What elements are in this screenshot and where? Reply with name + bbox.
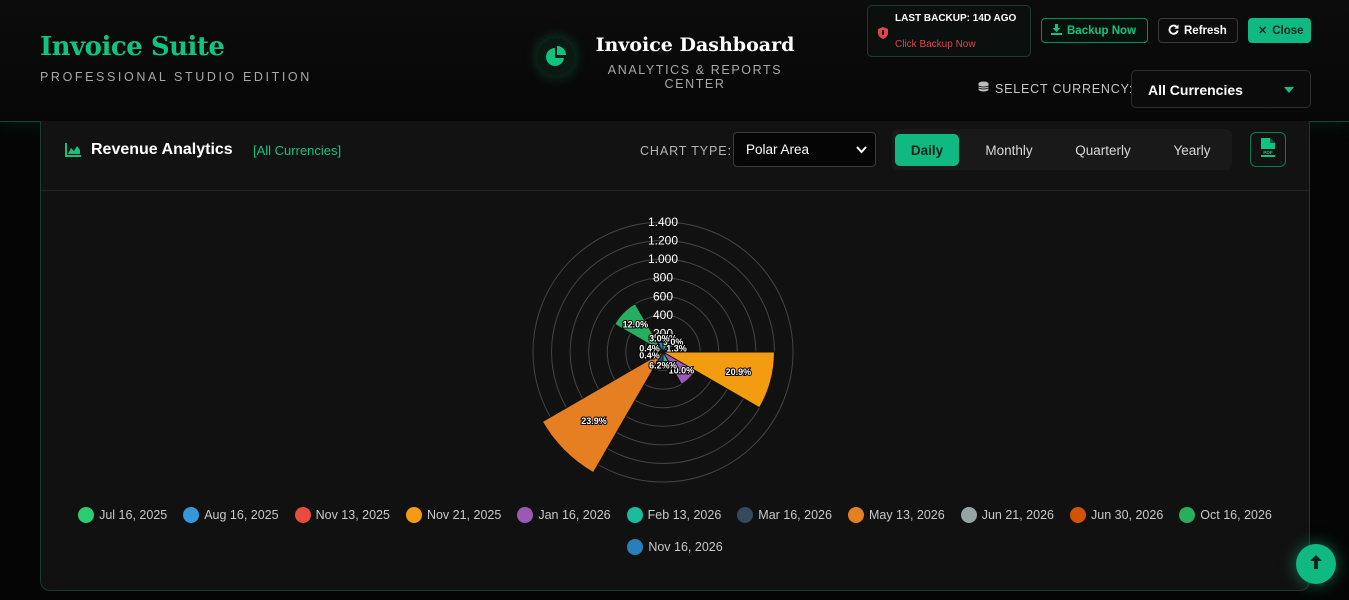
legend-swatch (405, 506, 422, 523)
legend-swatch (1179, 506, 1196, 523)
legend-item[interactable]: Jun 21, 2026 (960, 505, 1054, 524)
shield-icon (878, 26, 888, 44)
chart-type-label: CHART TYPE: (640, 144, 732, 158)
currency-value: All Currencies (1148, 82, 1243, 98)
backup-now-button[interactable]: Backup Now (1041, 18, 1148, 43)
legend-swatch (960, 506, 977, 523)
legend-item[interactable]: Jan 16, 2026 (517, 505, 611, 524)
svg-text:PDF: PDF (1263, 150, 1273, 156)
revenue-analytics-card: Revenue Analytics [All Currencies] CHART… (40, 121, 1310, 591)
dashboard-title: Invoice Dashboard (595, 34, 795, 56)
legend-item[interactable]: Oct 16, 2026 (1179, 505, 1272, 524)
slice-label: 1.3% (666, 343, 687, 353)
card-title: Revenue Analytics (91, 141, 233, 158)
refresh-button[interactable]: Refresh (1158, 18, 1238, 43)
chevron-down-icon (1284, 87, 1294, 93)
arrow-up-icon (1309, 554, 1323, 575)
slice-label: 3.0% (649, 333, 670, 343)
currency-label: SELECT CURRENCY: (977, 81, 1133, 96)
backup-now-link[interactable]: Click Backup Now (895, 39, 976, 50)
legend-label: Mar 16, 2026 (758, 507, 832, 522)
tab-quarterly[interactable]: Quarterly (1058, 134, 1148, 166)
brand-title: Invoice Suite (40, 32, 225, 62)
slice-label: 12.0% (623, 319, 649, 329)
legend-item[interactable]: Jul 16, 2025 (78, 505, 167, 524)
close-label: Close (1272, 24, 1304, 37)
export-pdf-button[interactable]: PDF (1250, 132, 1286, 167)
legend-label: Oct 16, 2026 (1200, 507, 1272, 522)
legend-swatch (1070, 506, 1086, 523)
backup-status-panel: LAST BACKUP: 14D AGO Click Backup Now (867, 5, 1031, 57)
refresh-label: Refresh (1184, 24, 1227, 37)
brand-subtitle: PROFESSIONAL STUDIO EDITION (40, 70, 312, 84)
radial-tick-label: 400 (653, 308, 673, 322)
coins-icon (977, 81, 990, 96)
radial-tick-label: 1.200 (648, 234, 678, 248)
radial-tick-label: 1.400 (648, 215, 678, 229)
legend-swatch (183, 506, 200, 523)
legend-swatch (737, 506, 754, 523)
card-header: Revenue Analytics [All Currencies] CHART… (41, 121, 1309, 191)
slice-label: 0.4% (639, 343, 660, 353)
legend-label: Nov 21, 2025 (426, 507, 502, 522)
backup-status-text: LAST BACKUP: 14D AGO (895, 13, 1017, 24)
polar-area-chart: 1.4001.2001.000800600400200 5.0%9.0%1.3%… (532, 215, 794, 483)
pie-chart-icon (537, 38, 575, 76)
legend-swatch (517, 506, 534, 523)
legend-label: May 13, 2026 (868, 507, 945, 522)
close-button[interactable]: ✕ Close (1248, 18, 1311, 43)
currency-tag: [All Currencies] (253, 143, 342, 158)
slice-label: 20.9% (726, 367, 752, 377)
scroll-top-button[interactable] (1296, 544, 1336, 584)
dashboard-subtitle: ANALYTICS & REPORTS CENTER (607, 63, 783, 91)
legend-label: Aug 16, 2025 (204, 507, 279, 522)
legend-label: Jul 16, 2025 (99, 507, 168, 522)
polar-slice[interactable] (541, 350, 665, 474)
legend-item[interactable]: Feb 13, 2026 (626, 505, 722, 524)
chart-legend: Jul 16, 2025 Aug 16, 2025 Nov 13, 2025 Nov … (61, 505, 1289, 556)
currency-label-text: SELECT CURRENCY: (995, 81, 1134, 96)
currency-select[interactable]: All Currencies (1131, 70, 1311, 108)
legend-item[interactable]: May 13, 2026 (847, 505, 945, 524)
legend-item[interactable]: Nov 21, 2025 (405, 505, 502, 524)
radial-tick-label: 600 (653, 289, 673, 303)
legend-item[interactable]: Nov 13, 2025 (294, 505, 390, 524)
legend-label: Jun 30, 2026 (1091, 507, 1164, 522)
chart-type-value: Polar Area (746, 142, 810, 157)
legend-label: Nov 13, 2025 (315, 507, 390, 522)
refresh-icon (1168, 23, 1179, 38)
legend-label: Feb 13, 2026 (647, 507, 722, 522)
legend-swatch (294, 506, 311, 523)
slice-label: 6.2% (649, 361, 670, 371)
legend-item[interactable]: Nov 16, 2026 (627, 537, 723, 556)
legend-swatch (626, 506, 643, 523)
app-header: Invoice Suite PROFESSIONAL STUDIO EDITIO… (0, 0, 1349, 122)
download-icon (1051, 23, 1062, 38)
legend-swatch (627, 538, 644, 555)
legend-item[interactable]: Aug 16, 2025 (183, 505, 279, 524)
legend-item[interactable]: Mar 16, 2026 (737, 505, 832, 524)
pdf-file-icon: PDF (1260, 137, 1276, 162)
period-tabs: Daily Monthly Quarterly Yearly (892, 129, 1232, 170)
chart-type-select[interactable]: Polar Area (733, 132, 876, 167)
radial-tick-label: 1.000 (648, 252, 678, 266)
legend-label: Jun 21, 2026 (981, 507, 1054, 522)
area-chart-icon (65, 143, 81, 162)
tab-monthly[interactable]: Monthly (968, 134, 1050, 166)
legend-label: Nov 16, 2026 (648, 539, 723, 554)
legend-swatch (78, 506, 95, 523)
slice-label: 23.9% (581, 416, 607, 426)
tab-daily[interactable]: Daily (895, 134, 959, 166)
chevron-down-icon (856, 143, 867, 157)
radial-tick-label: 800 (653, 271, 673, 285)
legend-swatch (847, 506, 864, 523)
backup-now-label: Backup Now (1067, 24, 1137, 37)
legend-label: Jan 16, 2026 (538, 507, 611, 522)
tab-yearly[interactable]: Yearly (1158, 134, 1226, 166)
legend-item[interactable]: Jun 30, 2026 (1070, 505, 1163, 524)
close-icon: ✕ (1258, 25, 1268, 37)
